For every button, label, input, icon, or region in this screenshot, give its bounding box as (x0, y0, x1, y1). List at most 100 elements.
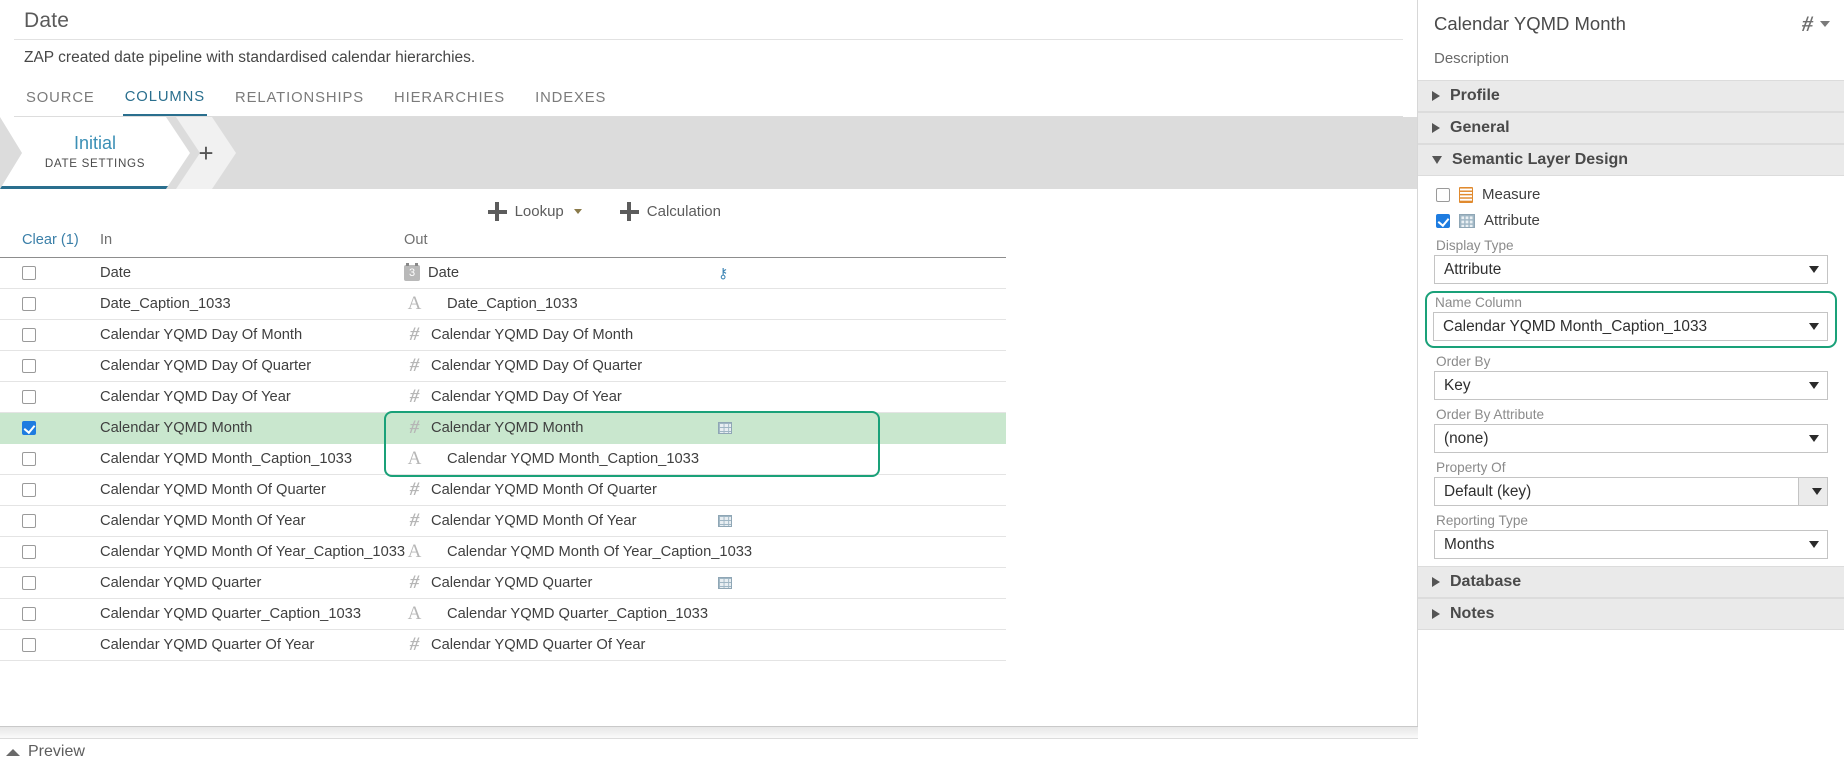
row-checkbox[interactable] (22, 452, 36, 466)
display-type-value: Attribute (1444, 261, 1501, 279)
row-select-cell[interactable] (0, 320, 82, 351)
name-column-value: Calendar YQMD Month_Caption_1033 (1443, 318, 1707, 336)
row-checkbox[interactable] (22, 576, 36, 590)
tab-hierarchies[interactable]: HIERARCHIES (392, 89, 507, 116)
row-select-cell[interactable] (0, 351, 82, 382)
row-checkbox[interactable] (22, 359, 36, 373)
order-by-value: Key (1444, 377, 1471, 395)
out-column-name[interactable]: 3Date (390, 258, 698, 289)
out-column-name[interactable]: ACalendar YQMD Month Of Year_Caption_103… (390, 537, 698, 568)
tab-bar: SOURCE COLUMNS RELATIONSHIPS HIERARCHIES IND… (14, 67, 1403, 117)
row-flag-cell (698, 351, 1006, 382)
in-column-name: Calendar YQMD Day Of Quarter (82, 351, 390, 382)
add-lookup-button[interactable]: Lookup (482, 201, 588, 222)
attribute-row[interactable]: Attribute (1436, 212, 1828, 229)
row-flag-cell (698, 599, 1006, 630)
out-column-name[interactable]: #Calendar YQMD Day Of Year (390, 382, 698, 413)
panel-section-semantic-layer-design[interactable]: Semantic Layer Design (1418, 144, 1844, 176)
panel-type-dropdown[interactable]: # (1802, 11, 1830, 37)
row-checkbox[interactable] (22, 483, 36, 497)
row-select-cell[interactable] (0, 630, 82, 661)
tab-source[interactable]: SOURCE (24, 89, 97, 116)
out-column-name[interactable]: ACalendar YQMD Month_Caption_1033 (390, 444, 698, 475)
text-type-icon: A (404, 541, 425, 563)
order-by-attribute-label: Order By Attribute (1434, 407, 1828, 424)
row-checkbox[interactable] (22, 266, 36, 280)
measure-row[interactable]: Measure (1436, 186, 1828, 203)
out-column-name[interactable]: #Calendar YQMD Quarter Of Year (390, 630, 698, 661)
row-select-cell[interactable] (0, 444, 82, 475)
row-checkbox[interactable] (22, 390, 36, 404)
table-row[interactable]: Calendar YQMD Month Of Year_Caption_1033… (0, 537, 1006, 568)
table-row[interactable]: Date_Caption_1033ADate_Caption_1033 (0, 289, 1006, 320)
panel-section-profile[interactable]: Profile (1418, 80, 1844, 112)
row-checkbox[interactable] (22, 545, 36, 559)
preview-toggle[interactable]: Preview (0, 739, 1418, 761)
row-checkbox[interactable] (22, 421, 36, 435)
field-property-of: Property OfDefault (key) (1434, 460, 1828, 506)
out-column-name[interactable]: #Calendar YQMD Month (390, 413, 698, 444)
out-column-name[interactable]: #Calendar YQMD Day Of Month (390, 320, 698, 351)
table-row[interactable]: Calendar YQMD Month#Calendar YQMD Month (0, 413, 1006, 444)
row-checkbox[interactable] (22, 514, 36, 528)
row-checkbox[interactable] (22, 607, 36, 621)
row-checkbox[interactable] (22, 297, 36, 311)
out-column-label: Date (428, 265, 459, 281)
table-row[interactable]: Calendar YQMD Day Of Month#Calendar YQMD… (0, 320, 1006, 351)
chevron-down-icon (574, 209, 582, 214)
row-select-cell[interactable] (0, 537, 82, 568)
stage-chip-initial[interactable]: Initial DATE SETTINGS (0, 117, 190, 189)
table-row[interactable]: Calendar YQMD Quarter_Caption_1033ACalen… (0, 599, 1006, 630)
property-of-dropdown-button[interactable] (1798, 478, 1827, 505)
panel-section-database[interactable]: Database (1418, 566, 1844, 598)
out-column-name[interactable]: #Calendar YQMD Quarter (390, 568, 698, 599)
row-flag-cell (698, 568, 1006, 599)
measure-checkbox[interactable] (1436, 188, 1450, 202)
out-column-label: Calendar YQMD Month (431, 420, 583, 436)
tab-columns[interactable]: COLUMNS (123, 89, 207, 116)
display-type-select[interactable]: Attribute (1434, 255, 1828, 284)
row-select-cell[interactable] (0, 289, 82, 320)
row-checkbox[interactable] (22, 328, 36, 342)
tab-indexes[interactable]: INDEXES (533, 89, 608, 116)
preview-label: Preview (28, 743, 85, 761)
row-select-cell[interactable] (0, 382, 82, 413)
row-select-cell[interactable] (0, 506, 82, 537)
row-select-cell[interactable] (0, 568, 82, 599)
name-column-select[interactable]: Calendar YQMD Month_Caption_1033 (1433, 312, 1828, 341)
tab-relationships[interactable]: RELATIONSHIPS (233, 89, 366, 116)
table-row[interactable]: Calendar YQMD Month Of Year#Calendar YQM… (0, 506, 1006, 537)
property-of-select[interactable]: Default (key) (1434, 477, 1828, 506)
reporting-type-select[interactable]: Months (1434, 530, 1828, 559)
out-column-name[interactable]: #Calendar YQMD Day Of Quarter (390, 351, 698, 382)
field-order-by: Order ByKey (1434, 354, 1828, 400)
row-select-cell[interactable] (0, 413, 82, 444)
attribute-checkbox[interactable] (1436, 214, 1450, 228)
row-select-cell[interactable] (0, 475, 82, 506)
table-row[interactable]: Calendar YQMD Quarter Of Year#Calendar Y… (0, 630, 1006, 661)
out-column-name[interactable]: #Calendar YQMD Month Of Year (390, 506, 698, 537)
out-column-name[interactable]: ADate_Caption_1033 (390, 289, 698, 320)
table-row[interactable]: Calendar YQMD Month Of Quarter#Calendar … (0, 475, 1006, 506)
table-row[interactable]: Calendar YQMD Day Of Quarter#Calendar YQ… (0, 351, 1006, 382)
add-calculation-button[interactable]: Calculation (614, 201, 727, 222)
numeric-type-icon: # (404, 324, 425, 346)
panel-section-notes[interactable]: Notes (1418, 598, 1844, 630)
table-row[interactable]: Calendar YQMD Day Of Year#Calendar YQMD … (0, 382, 1006, 413)
row-select-cell[interactable] (0, 599, 82, 630)
order-by-select[interactable]: Key (1434, 371, 1828, 400)
row-flag-cell (698, 413, 1006, 444)
row-select-cell[interactable] (0, 258, 82, 289)
table-row[interactable]: Calendar YQMD Month_Caption_1033ACalenda… (0, 444, 1006, 475)
in-column-name: Calendar YQMD Quarter_Caption_1033 (82, 599, 390, 630)
order-by-attribute-select[interactable]: (none) (1434, 424, 1828, 453)
out-column-name[interactable]: #Calendar YQMD Month Of Quarter (390, 475, 698, 506)
clear-selection-link[interactable]: Clear (1) (0, 232, 82, 258)
field-reporting-type: Reporting TypeMonths (1434, 513, 1828, 559)
chevron-down-icon (1432, 156, 1442, 164)
panel-section-general[interactable]: General (1418, 112, 1844, 144)
table-row[interactable]: Date3Date⚷ (0, 258, 1006, 289)
out-column-name[interactable]: ACalendar YQMD Quarter_Caption_1033 (390, 599, 698, 630)
table-row[interactable]: Calendar YQMD Quarter#Calendar YQMD Quar… (0, 568, 1006, 599)
row-checkbox[interactable] (22, 638, 36, 652)
